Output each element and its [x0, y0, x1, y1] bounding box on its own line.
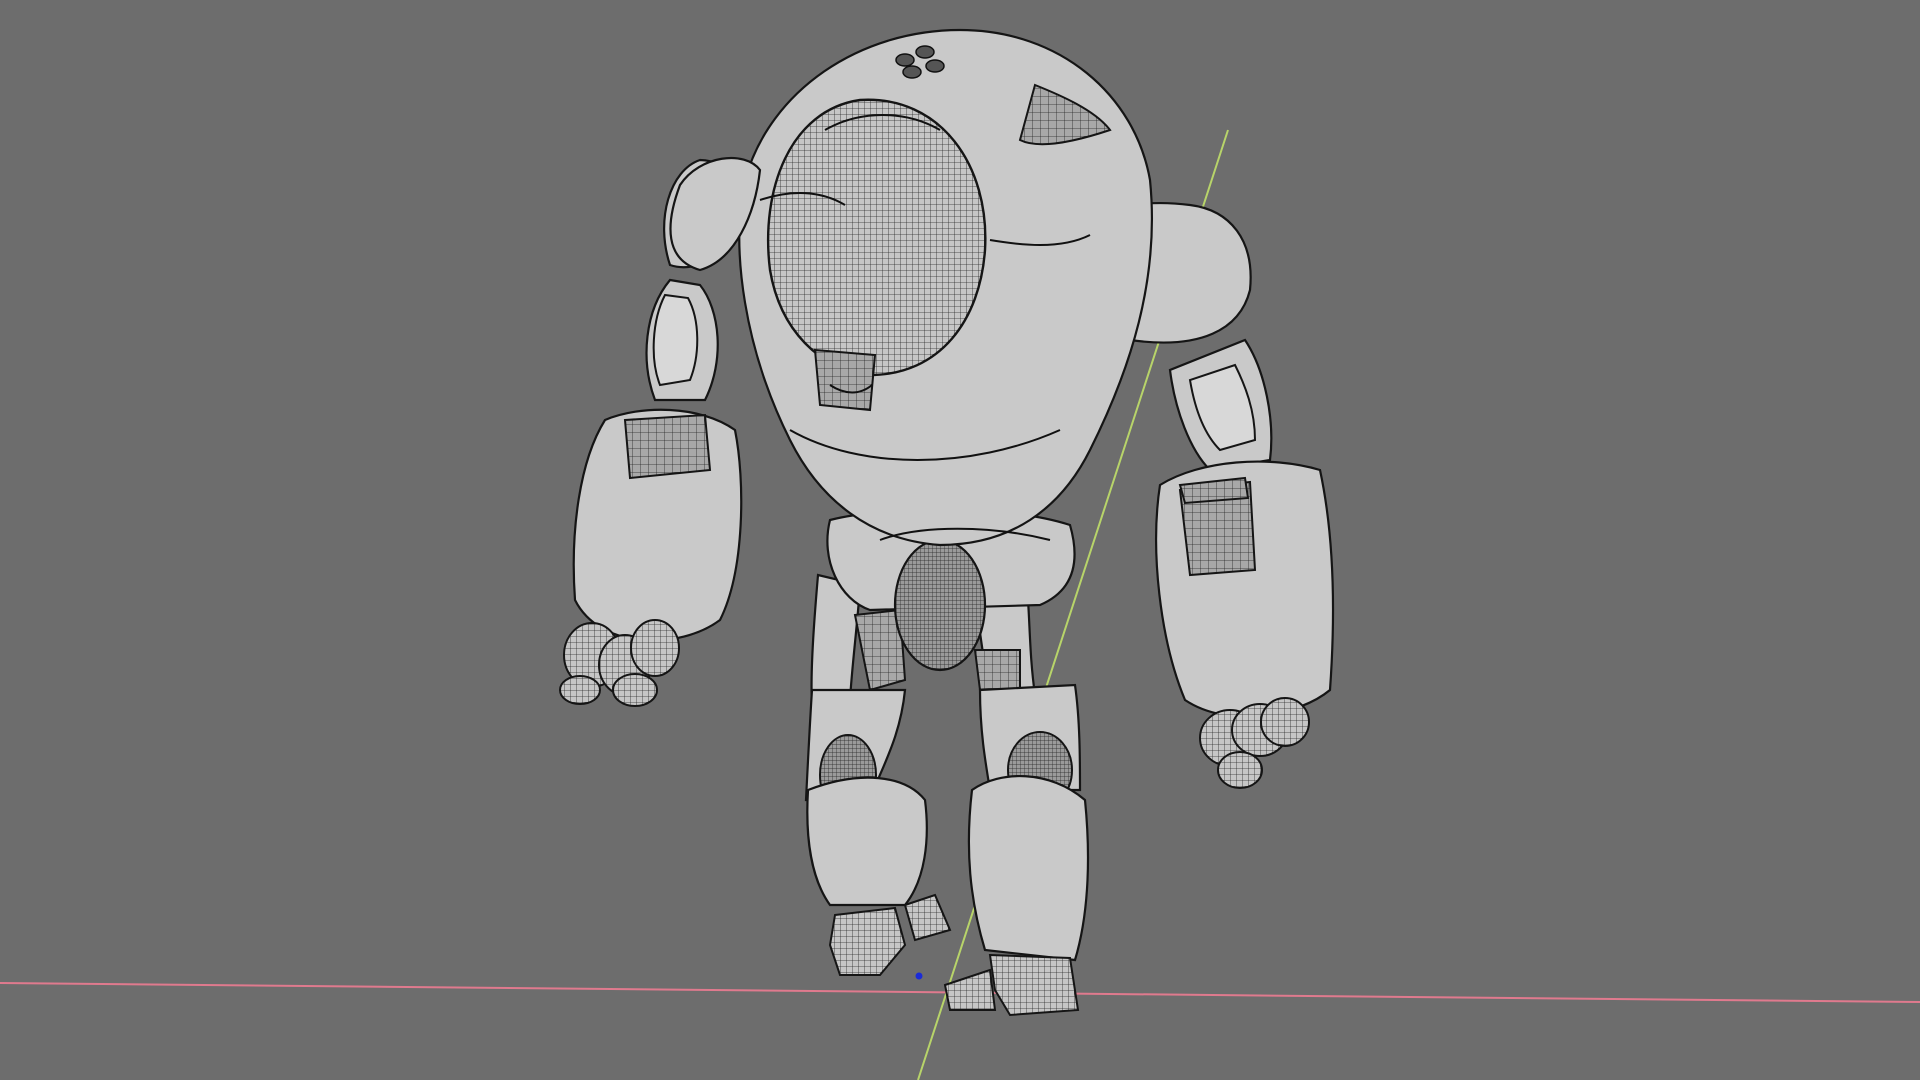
left-foot — [828, 906, 907, 976]
right-foot — [988, 953, 1080, 1017]
pelvis-pod — [893, 538, 987, 672]
chest-plate — [766, 98, 987, 377]
robot-mesh[interactable] — [559, 28, 1335, 1017]
right-leg[interactable] — [943, 598, 1090, 1017]
3d-viewport[interactable] — [0, 0, 1920, 1080]
viewport-canvas[interactable] — [0, 0, 1920, 1080]
origin-marker — [915, 972, 923, 980]
